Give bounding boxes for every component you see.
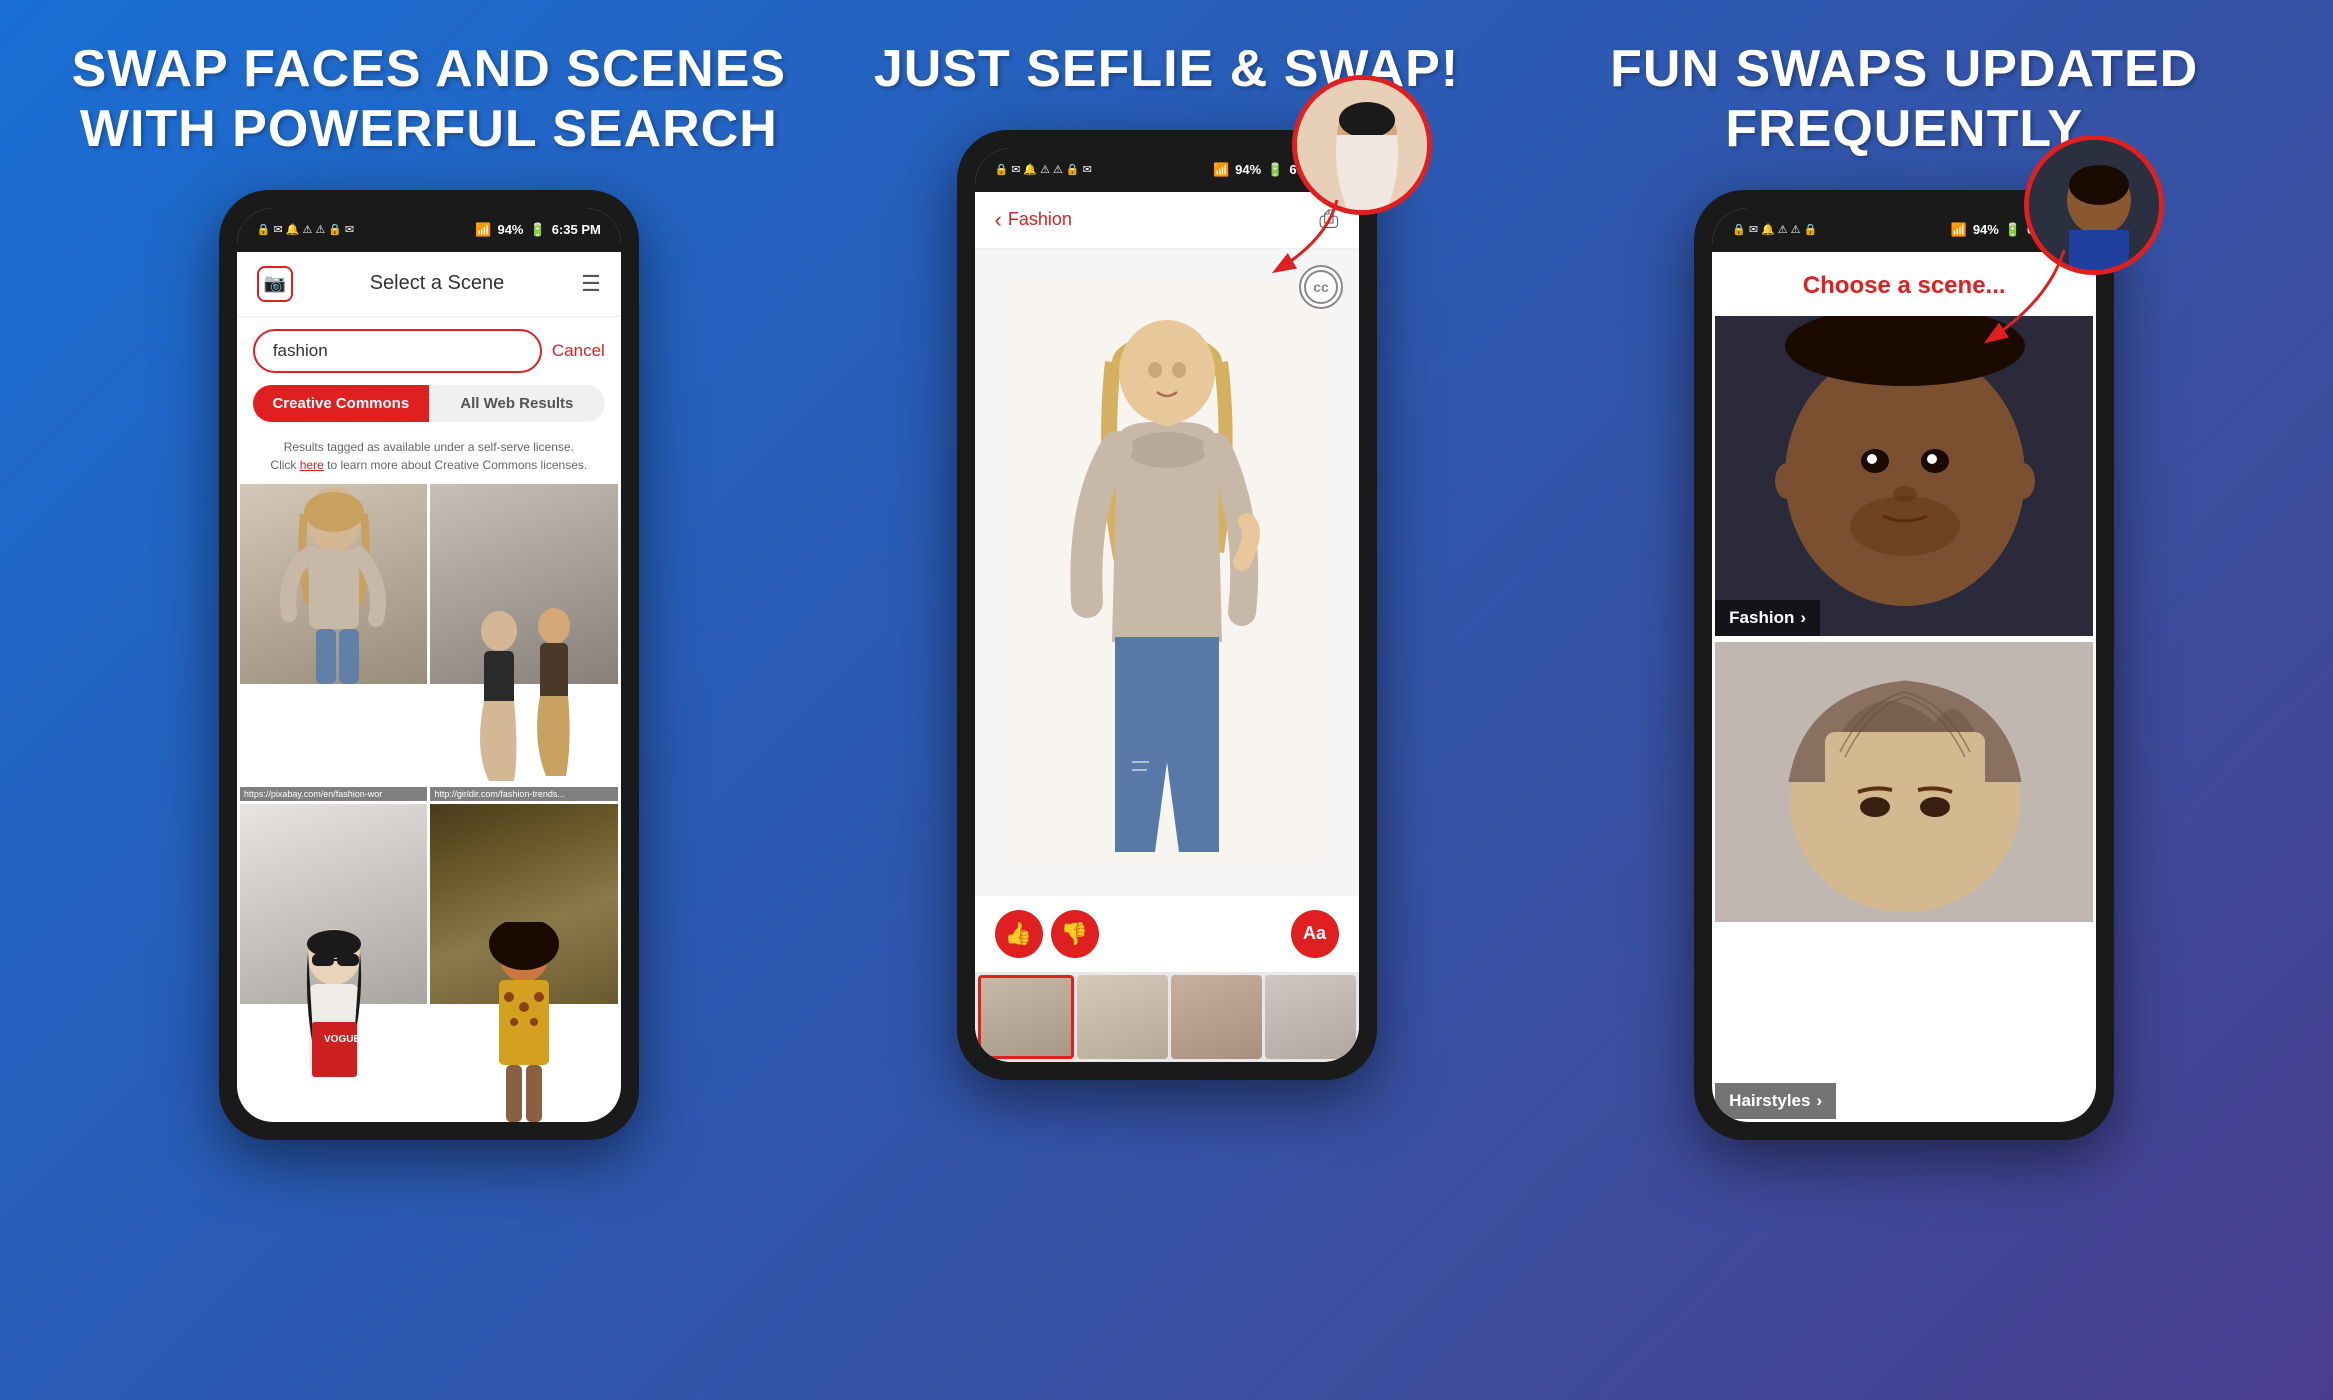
thumbdown-button[interactable]: 👎	[1051, 910, 1099, 958]
battery-3: 94%	[1973, 222, 1999, 237]
time-1: 6:35 PM	[552, 222, 601, 237]
scene-card-hairstyles[interactable]: Hairstyles ›	[1715, 642, 2093, 1119]
thumbup-button[interactable]: 👍	[995, 910, 1043, 958]
status-icons-1: 🔒✉🔔⚠⚠🔒✉	[257, 223, 354, 236]
all-web-results-toggle[interactable]: All Web Results	[429, 385, 605, 422]
header-title-1: Select a Scene	[370, 272, 505, 295]
wifi-icon-1: 📶	[475, 222, 491, 238]
section-3: FUN SWAPS UPDATEDFREQUENTLY	[1535, 40, 2273, 1140]
thumb-1[interactable]	[978, 975, 1075, 1059]
back-chevron-icon: ‹	[995, 207, 1002, 233]
fashion-arrow-icon: ›	[1800, 608, 1806, 628]
section-2: JUST SEFLIE & SWAP!	[798, 40, 1536, 1080]
license-text-1: Results tagged as available under a self…	[284, 440, 574, 454]
grid-cell-2[interactable]: http://girldir.com/fashion-trends...	[430, 484, 618, 802]
text-size-button[interactable]: Aa	[1291, 910, 1339, 958]
fashion-scene-label: Fashion ›	[1715, 600, 1820, 636]
url-overlay-1: https://pixabay.com/en/fashion-wor	[240, 787, 428, 801]
arrow-2	[1247, 190, 1367, 295]
camera-icon-wrap[interactable]: 📷	[257, 266, 293, 302]
license-text: Results tagged as available under a self…	[237, 432, 621, 484]
fashion-main-figure	[1007, 282, 1327, 862]
phone-inner-1: 🔒✉🔔⚠⚠🔒✉ 📶 94% 🔋 6:35 PM 📷 Se	[237, 208, 621, 1122]
thumb-4[interactable]	[1265, 975, 1356, 1059]
app3-content: Choose a scene...	[1712, 252, 2096, 1122]
phone-frame-1: 🔒✉🔔⚠⚠🔒✉ 📶 94% 🔋 6:35 PM 📷 Se	[219, 190, 639, 1140]
vote-buttons: 👍 👎	[995, 910, 1099, 958]
image-grid: https://pixabay.com/en/fashion-wor	[237, 484, 621, 1122]
hairstyles-scene-label: Hairstyles ›	[1715, 1083, 1836, 1119]
battery-percent-1: 94%	[497, 222, 523, 237]
section-1: SWAP FACES AND SCENESWITH POWERFUL SEARC…	[60, 40, 798, 1140]
back-label: Fashion	[1008, 209, 1072, 230]
page-wrapper: SWAP FACES AND SCENESWITH POWERFUL SEARC…	[0, 0, 2333, 1400]
url-overlay-2: http://girldir.com/fashion-trends...	[430, 787, 618, 801]
thumb-3[interactable]	[1171, 975, 1262, 1059]
search-input[interactable]	[253, 329, 542, 373]
cancel-button[interactable]: Cancel	[552, 341, 605, 361]
camera-icon: 📷	[264, 273, 286, 294]
action-bar: 👍 👎 Aa	[975, 896, 1359, 972]
menu-icon-1[interactable]: ☰	[581, 271, 601, 297]
section-2-phone-wrap: 🔒✉🔔⚠⚠🔒✉ 📶 94% 🔋 6:35 PM ‹	[957, 130, 1377, 1080]
svg-text:VOGUE: VOGUE	[324, 1034, 360, 1045]
arrow-3	[1964, 240, 2094, 365]
thumbnail-strip	[975, 972, 1359, 1062]
main-fashion-image: cc	[975, 249, 1359, 896]
hairstyles-arrow-icon: ›	[1816, 1091, 1822, 1111]
license-link[interactable]: here	[300, 458, 324, 472]
battery-2: 94%	[1235, 162, 1261, 177]
status-right-1: 📶 94% 🔋 6:35 PM	[475, 222, 601, 238]
section-1-title: SWAP FACES AND SCENESWITH POWERFUL SEARC…	[72, 40, 786, 160]
status-bar-1: 🔒✉🔔⚠⚠🔒✉ 📶 94% 🔋 6:35 PM	[237, 208, 621, 252]
section-3-phone-wrap: 🔒✉🔔⚠⚠🔒 📶 94% 🔋 6:35 PM Choose a scene...	[1694, 190, 2114, 1140]
thumb-2[interactable]	[1077, 975, 1168, 1059]
grid-cell-3[interactable]: VOGUE	[240, 804, 428, 1122]
grid-cell-4[interactable]	[430, 804, 618, 1122]
grid-cell-1[interactable]: https://pixabay.com/en/fashion-wor	[240, 484, 428, 802]
search-row: Cancel	[237, 317, 621, 385]
app-header-1: 📷 Select a Scene ☰	[237, 252, 621, 317]
creative-commons-toggle[interactable]: Creative Commons	[253, 385, 429, 422]
battery-icon-1: 🔋	[530, 222, 546, 238]
back-button[interactable]: ‹ Fashion	[995, 207, 1072, 233]
toggle-row: Creative Commons All Web Results	[237, 385, 621, 432]
